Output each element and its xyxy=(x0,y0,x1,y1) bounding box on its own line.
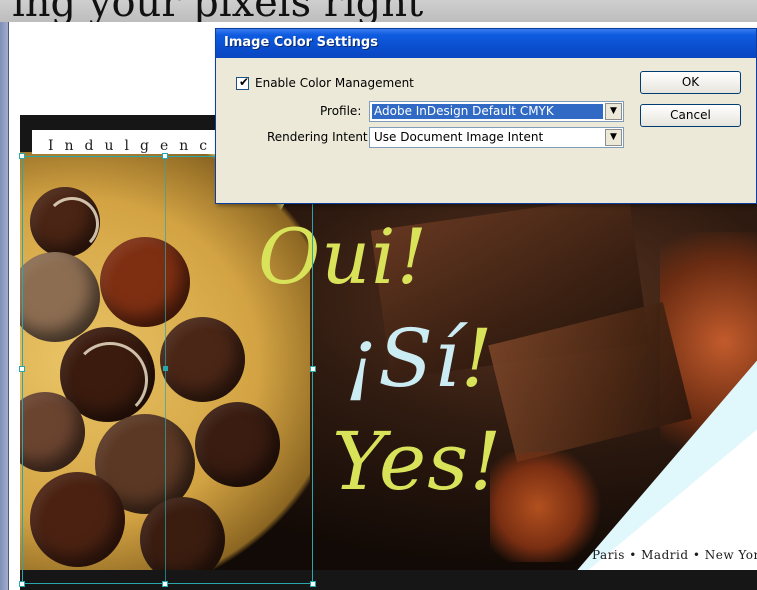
resize-handle-middle-left[interactable] xyxy=(19,366,25,372)
headline-si-text: ¡Sí xyxy=(345,312,461,405)
cities-caption: Paris • Madrid • New York xyxy=(592,548,757,562)
resize-handle-bottom-right[interactable] xyxy=(310,581,316,587)
profile-select[interactable]: Adobe InDesign Default CMYK ▼ xyxy=(369,101,624,122)
dialog-title: Image Color Settings xyxy=(224,35,378,50)
window-left-edge xyxy=(0,22,9,590)
profile-select-value: Adobe InDesign Default CMYK xyxy=(372,104,603,119)
resize-handle-bottom-left[interactable] xyxy=(19,581,25,587)
rendering-intent-label: Rendering Intent: xyxy=(267,130,372,144)
chocolate-shards xyxy=(490,452,610,562)
chevron-down-icon[interactable]: ▼ xyxy=(605,103,622,120)
chevron-down-icon[interactable]: ▼ xyxy=(605,129,622,146)
top-strip-text: ing your pixels right xyxy=(12,0,423,22)
resize-handle-top-left[interactable] xyxy=(19,153,25,159)
content-anchor-point[interactable] xyxy=(163,366,168,371)
check-icon: ✔ xyxy=(239,75,250,89)
resize-handle-bottom-center[interactable] xyxy=(162,581,168,587)
profile-label: Profile: xyxy=(320,104,362,118)
rendering-intent-select-value: Use Document Image Intent xyxy=(374,130,544,144)
resize-handle-middle-right[interactable] xyxy=(310,366,316,372)
headline-si-exclamation: ! xyxy=(460,312,494,405)
enable-color-management-checkbox[interactable]: ✔ xyxy=(236,75,250,90)
cancel-button[interactable]: Cancel xyxy=(640,104,741,127)
headline-yes: Yes! xyxy=(332,415,503,508)
image-color-settings-dialog: Image Color Settings ✔ Enable Color Mana… xyxy=(215,28,757,204)
top-text-strip: ing your pixels right xyxy=(0,0,757,22)
resize-handle-top-center[interactable] xyxy=(162,153,168,159)
headline-si: ¡Sí! xyxy=(345,312,494,405)
indulgence-header: Indulgence xyxy=(48,138,238,154)
enable-color-management-label[interactable]: Enable Color Management xyxy=(255,76,414,90)
dialog-title-bar[interactable]: Image Color Settings xyxy=(216,29,756,58)
ok-button[interactable]: OK xyxy=(640,71,741,94)
rendering-intent-select[interactable]: Use Document Image Intent ▼ xyxy=(369,127,624,148)
